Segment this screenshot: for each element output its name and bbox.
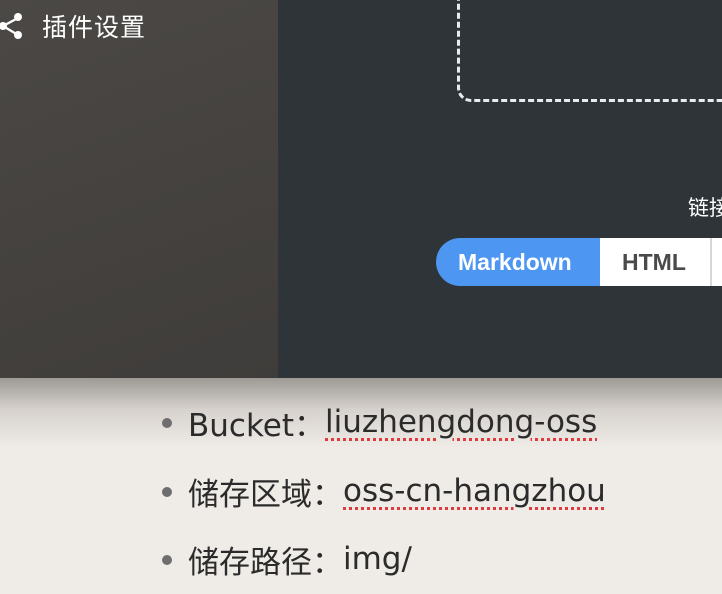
format-tab-group: Markdown HTML [436,238,722,286]
sidebar-item-plugin-settings[interactable]: 插件设置 [0,8,146,44]
item-value: oss-cn-hangzhou [343,473,606,509]
item-value: liuzhengdong-oss [325,404,598,440]
tab-html[interactable]: HTML [600,238,712,286]
bullet-icon [162,418,172,428]
item-value: img/ [343,541,412,577]
list-item: 储存区域： oss-cn-hangzhou [162,469,606,513]
tab-next[interactable] [712,238,722,286]
bullet-icon [162,487,172,497]
sidebar: 插件设置 [0,0,278,378]
upload-drop-zone[interactable] [457,0,722,102]
share-icon [0,13,22,39]
item-key: 储存路径： [188,544,343,581]
sidebar-item-label: 插件设置 [42,13,147,42]
bullet-icon [162,555,172,565]
item-key: Bucket： [188,407,326,444]
embedded-screenshot: 插件设置 链接 Markdown HTML [0,0,722,378]
item-key: 储存区域： [188,476,343,513]
list-item: 储存路径： img/ [162,537,412,581]
main-panel: 链接 Markdown HTML [278,0,722,378]
link-label: 链接 [688,196,722,220]
tab-markdown[interactable]: Markdown [436,238,600,286]
list-item: Bucket： liuzhengdong-oss [162,400,597,444]
